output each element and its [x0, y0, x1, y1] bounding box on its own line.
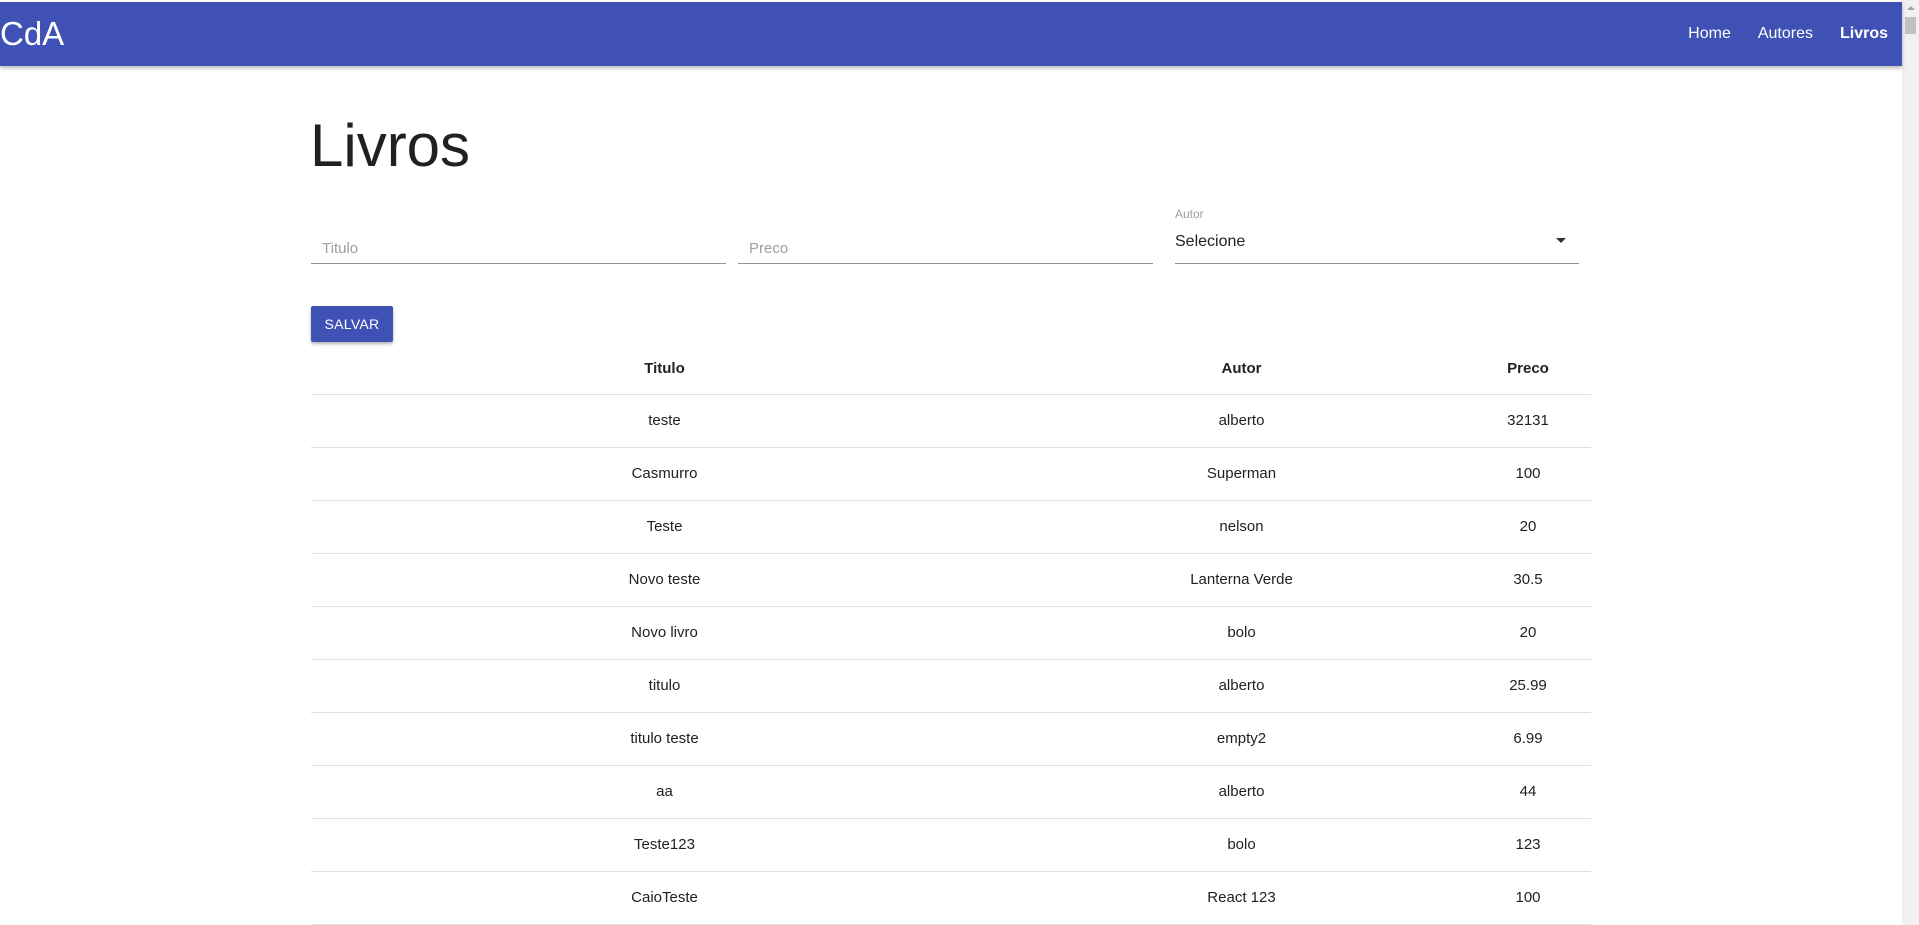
cell-autor: bolo [1018, 606, 1465, 660]
table-row: titulo teste empty2 6.99 [311, 712, 1591, 766]
cell-autor: bolo [1018, 818, 1465, 872]
save-button[interactable]: SALVAR [311, 306, 393, 342]
cell-autor: alberto [1018, 659, 1465, 713]
cell-preco: 20 [1465, 500, 1591, 554]
top-nav: Home Autores Livros [1661, 2, 1888, 66]
preco-input[interactable] [738, 240, 1153, 257]
page-title: Livros [310, 112, 471, 179]
table-row: titulo alberto 25.99 [311, 659, 1591, 713]
cell-preco: 6.99 [1465, 712, 1591, 766]
cell-preco: 100 [1465, 871, 1591, 925]
cell-autor: alberto [1018, 765, 1465, 819]
autor-selected-value: Selecione [1175, 233, 1246, 250]
cell-autor: alberto [1018, 394, 1465, 448]
nav-autores-link[interactable]: Autores [1758, 25, 1813, 43]
table-row: CaioTeste React 123 100 [311, 871, 1591, 925]
cell-titulo: Novo livro [311, 606, 1018, 660]
books-table: Titulo Autor Preco teste alberto 32131 C… [311, 343, 1591, 925]
app-bar: CdA Home Autores Livros [0, 2, 1902, 66]
cell-titulo: Teste123 [311, 818, 1018, 872]
titulo-input[interactable] [311, 240, 726, 257]
cell-titulo: CaioTeste [311, 871, 1018, 925]
autor-select[interactable]: Autor Selecione [1175, 200, 1579, 264]
table-row: Casmurro Superman 100 [311, 447, 1591, 501]
titulo-field [311, 200, 726, 264]
table-row: Teste nelson 20 [311, 500, 1591, 554]
cell-titulo: Casmurro [311, 447, 1018, 501]
cell-autor: Superman [1018, 447, 1465, 501]
table-row: Novo livro bolo 20 [311, 606, 1591, 660]
brand-logo[interactable]: CdA [0, 16, 64, 52]
cell-preco: 123 [1465, 818, 1591, 872]
dropdown-arrow-icon [1556, 238, 1566, 243]
scroll-thumb[interactable] [1905, 17, 1916, 34]
nav-home-link[interactable]: Home [1688, 25, 1731, 43]
table-row: Novo teste Lanterna Verde 30.5 [311, 553, 1591, 607]
page-scrollbar[interactable] [1902, 0, 1919, 925]
nav-livros-link[interactable]: Livros [1840, 25, 1888, 43]
cell-titulo: teste [311, 394, 1018, 448]
autor-label: Autor [1175, 207, 1204, 221]
table-row: aa alberto 44 [311, 765, 1591, 819]
header-preco: Preco [1465, 343, 1591, 395]
preco-field [738, 200, 1153, 264]
scroll-up-arrow-icon[interactable] [1907, 6, 1915, 10]
cell-autor: Lanterna Verde [1018, 553, 1465, 607]
cell-preco: 32131 [1465, 394, 1591, 448]
header-autor: Autor [1018, 343, 1465, 395]
cell-autor: empty2 [1018, 712, 1465, 766]
cell-preco: 100 [1465, 447, 1591, 501]
cell-preco: 30.5 [1465, 553, 1591, 607]
cell-titulo: titulo teste [311, 712, 1018, 766]
cell-preco: 20 [1465, 606, 1591, 660]
header-titulo: Titulo [311, 343, 1018, 395]
cell-autor: React 123 [1018, 871, 1465, 925]
cell-autor: nelson [1018, 500, 1465, 554]
cell-preco: 25.99 [1465, 659, 1591, 713]
cell-titulo: aa [311, 765, 1018, 819]
cell-titulo: Teste [311, 500, 1018, 554]
cell-preco: 44 [1465, 765, 1591, 819]
cell-titulo: titulo [311, 659, 1018, 713]
table-header-row: Titulo Autor Preco [311, 343, 1591, 395]
cell-titulo: Novo teste [311, 553, 1018, 607]
table-row: Teste123 bolo 123 [311, 818, 1591, 872]
table-row: teste alberto 32131 [311, 394, 1591, 448]
